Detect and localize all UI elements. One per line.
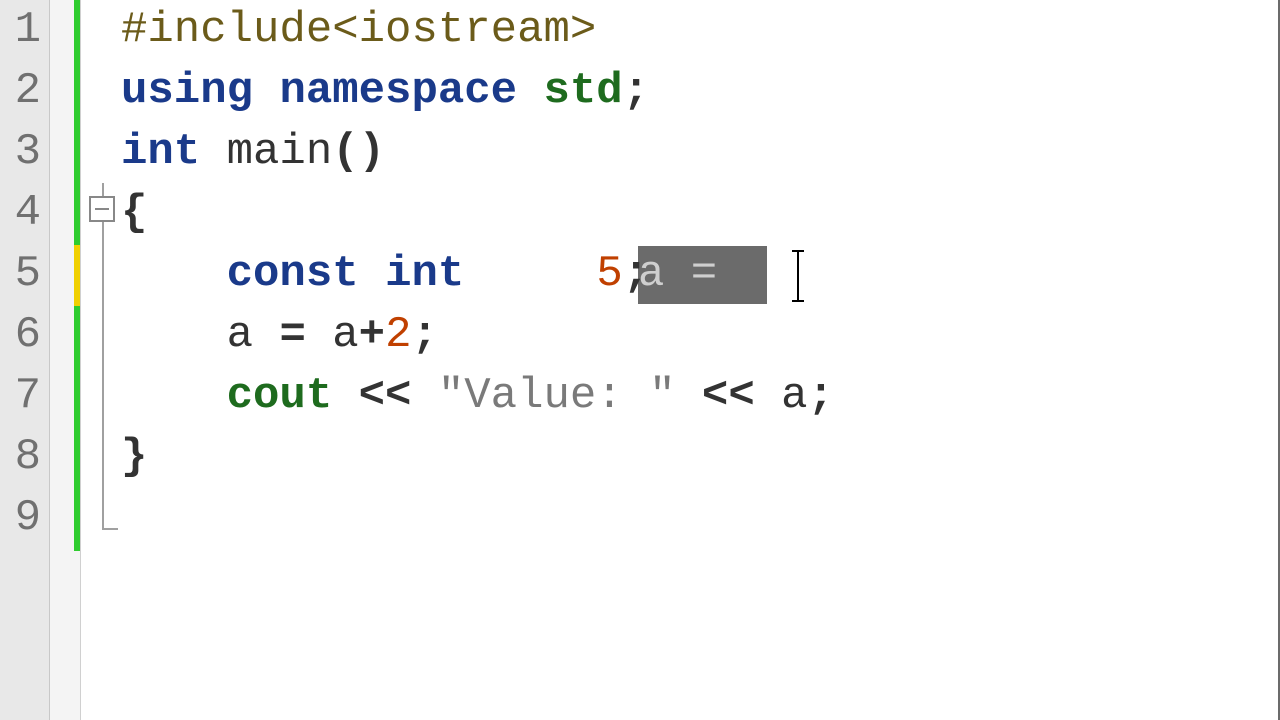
- code-line[interactable]: const int a = 5;: [121, 244, 649, 305]
- preprocessor-directive: #include<iostream>: [121, 5, 596, 55]
- identifier: a: [227, 310, 253, 360]
- identifier: a: [781, 371, 807, 421]
- string-literal: "Value: ": [438, 371, 676, 421]
- keyword-using: using: [121, 66, 253, 116]
- line-number: 4: [0, 183, 49, 244]
- code-line[interactable]: }: [121, 427, 147, 488]
- operator-stream: <<: [702, 371, 755, 421]
- line-number: 6: [0, 305, 49, 366]
- code-text-area[interactable]: #include<iostream> using namespace std; …: [80, 0, 1280, 720]
- code-line[interactable]: a = a+2;: [121, 305, 438, 366]
- code-line[interactable]: {: [121, 183, 147, 244]
- keyword-int: int: [385, 249, 464, 299]
- parentheses: (): [332, 127, 385, 177]
- semicolon: ;: [623, 66, 649, 116]
- operator-plus: +: [359, 310, 385, 360]
- function-name: main: [227, 127, 333, 177]
- code-line[interactable]: using namespace std;: [121, 61, 649, 122]
- keyword-const: const: [227, 249, 359, 299]
- brace-close: }: [121, 432, 147, 482]
- keyword-int: int: [121, 127, 200, 177]
- brace-open: {: [121, 188, 147, 238]
- code-line[interactable]: #include<iostream>: [121, 0, 596, 61]
- line-number: 9: [0, 488, 49, 549]
- text-caret-icon: [797, 250, 799, 302]
- code-line[interactable]: int main(): [121, 122, 385, 183]
- fold-guide-line: [102, 183, 104, 530]
- identifier-std: std: [543, 66, 622, 116]
- keyword-namespace: namespace: [279, 66, 517, 116]
- line-number-gutter: 1 2 3 4 5 6 7 8 9: [0, 0, 50, 720]
- fold-end-marker: [102, 528, 118, 530]
- line-number: 5: [0, 244, 49, 305]
- identifier-cout: cout: [227, 371, 333, 421]
- code-line[interactable]: cout << "Value: " << a;: [121, 366, 834, 427]
- line-number: 3: [0, 122, 49, 183]
- line-number: 1: [0, 0, 49, 61]
- operator-stream: <<: [359, 371, 412, 421]
- line-number: 8: [0, 427, 49, 488]
- semicolon: ;: [411, 310, 437, 360]
- selected-text: a =: [638, 244, 744, 305]
- number-literal: 5: [596, 249, 622, 299]
- semicolon: ;: [808, 371, 834, 421]
- number-literal: 2: [385, 310, 411, 360]
- line-number: 7: [0, 366, 49, 427]
- change-marker-column: [50, 0, 80, 720]
- operator-assign: =: [279, 310, 305, 360]
- identifier: a: [332, 310, 358, 360]
- fold-toggle-icon[interactable]: [89, 196, 115, 222]
- line-number: 2: [0, 61, 49, 122]
- code-editor[interactable]: 1 2 3 4 5 6 7 8 9 #include<iostream> usi…: [0, 0, 1280, 720]
